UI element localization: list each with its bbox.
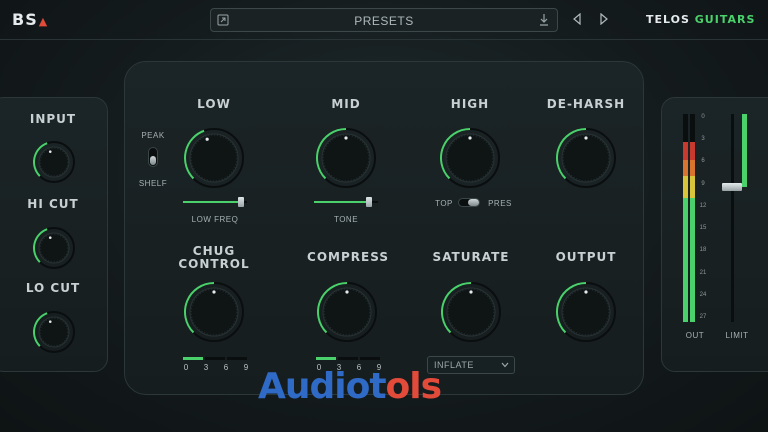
step-tick-label: 3 xyxy=(203,363,209,372)
meter-scale-label: 9 xyxy=(701,180,705,187)
audiotools-watermark: Audiotols xyxy=(258,366,442,407)
meter-channel xyxy=(683,114,688,322)
step-tick-label: 0 xyxy=(183,363,189,372)
limit-label: LIMIT xyxy=(725,331,749,340)
step-segment[interactable] xyxy=(205,357,225,360)
peak-label: PEAK xyxy=(141,131,165,140)
meter-segment xyxy=(683,160,688,176)
presets-bar[interactable]: PRESETS xyxy=(210,8,558,32)
low-knob[interactable] xyxy=(183,127,245,189)
meter-scale-label: 27 xyxy=(699,314,707,320)
step-tick-label: 6 xyxy=(223,363,229,372)
step-segment[interactable] xyxy=(316,357,336,360)
brand-text: BS xyxy=(12,10,38,29)
chug-control-knob[interactable] xyxy=(183,281,245,343)
out-label: OUT xyxy=(685,331,705,340)
limit-meter-fill xyxy=(742,114,747,187)
mid-label: MID xyxy=(331,97,361,111)
pres-label: PRES xyxy=(488,199,512,208)
logo-telos: TELOS xyxy=(646,13,690,26)
tone-slider[interactable] xyxy=(314,197,378,207)
watermark-part1: Audiot xyxy=(258,366,387,407)
meter-scale-label: 15 xyxy=(699,225,707,232)
lo-cut-label: LO CUT xyxy=(25,281,81,295)
saturate-label: SATURATE xyxy=(432,250,510,264)
step-segment[interactable] xyxy=(183,357,203,360)
shelf-label: SHELF xyxy=(138,179,168,188)
high-label: HIGH xyxy=(450,97,490,111)
presets-label[interactable]: PRESETS xyxy=(211,14,557,28)
meter-segment xyxy=(683,198,688,322)
peak-shelf-switch[interactable] xyxy=(148,147,158,167)
brand-logo: BS▲ xyxy=(12,10,48,29)
limit-fader-thumb[interactable] xyxy=(722,182,742,191)
meter-segment xyxy=(690,176,695,198)
output-label: OUTPUT xyxy=(555,250,617,264)
meter-scale-label: 24 xyxy=(699,291,707,298)
meter-segment xyxy=(683,142,688,160)
previous-preset-icon[interactable] xyxy=(572,13,582,25)
de-harsh-knob[interactable] xyxy=(555,127,617,189)
meter-segment xyxy=(690,142,695,160)
meter-scale-label: 0 xyxy=(701,114,705,120)
low-label: LOW xyxy=(197,97,231,111)
logo-guitars: GUITARS xyxy=(694,13,756,26)
de-harsh-label: DE-HARSH xyxy=(546,97,626,111)
main-panel xyxy=(124,61,644,395)
top-label: TOP xyxy=(435,199,453,208)
tone-label: TONE xyxy=(333,215,359,224)
lo-cut-knob[interactable] xyxy=(32,310,76,354)
low-freq-label: LOW FREQ xyxy=(191,215,239,224)
chug-step-selector[interactable]: 0 3 6 9 xyxy=(183,357,249,372)
meter-segment xyxy=(690,198,695,322)
hi-cut-knob[interactable] xyxy=(32,226,76,270)
brand-triangle-icon: ▲ xyxy=(38,15,49,28)
meter-scale-label: 18 xyxy=(699,247,707,254)
mid-knob[interactable] xyxy=(315,127,377,189)
step-segment[interactable] xyxy=(227,357,247,360)
control-label: CONTROL xyxy=(178,257,250,271)
hi-cut-label: HI CUT xyxy=(27,197,79,211)
input-label: INPUT xyxy=(29,112,77,126)
compress-label: COMPRESS xyxy=(307,250,389,264)
telos-guitars-logo: TELOS GUITARS xyxy=(646,13,755,26)
download-icon[interactable] xyxy=(539,13,549,27)
compress-knob[interactable] xyxy=(316,281,378,343)
chevron-down-icon xyxy=(501,362,509,368)
meter-scale-label: 12 xyxy=(699,202,707,209)
meter-scale-label: 21 xyxy=(699,269,707,276)
step-segment[interactable] xyxy=(360,357,380,360)
step-segment[interactable] xyxy=(338,357,358,360)
high-knob[interactable] xyxy=(439,127,501,189)
output-knob[interactable] xyxy=(555,281,617,343)
low-freq-slider[interactable] xyxy=(183,197,247,207)
top-bar: BS▲ PRESETS TELOS GUITARS xyxy=(0,0,768,40)
meter-segment xyxy=(690,160,695,176)
meter-scale-label: 6 xyxy=(701,158,705,165)
meter-segment xyxy=(683,176,688,198)
watermark-part2: ols xyxy=(385,366,442,407)
step-tick-label: 9 xyxy=(243,363,249,372)
input-knob[interactable] xyxy=(32,140,76,184)
meter-scale-label: 3 xyxy=(701,136,705,143)
chug-control-label: CHUG CONTROL xyxy=(172,245,256,271)
top-pres-switch[interactable] xyxy=(458,198,480,207)
next-preset-icon[interactable] xyxy=(599,13,609,25)
limit-track xyxy=(731,114,734,322)
saturate-knob[interactable] xyxy=(440,281,502,343)
meter-channel xyxy=(690,114,695,322)
